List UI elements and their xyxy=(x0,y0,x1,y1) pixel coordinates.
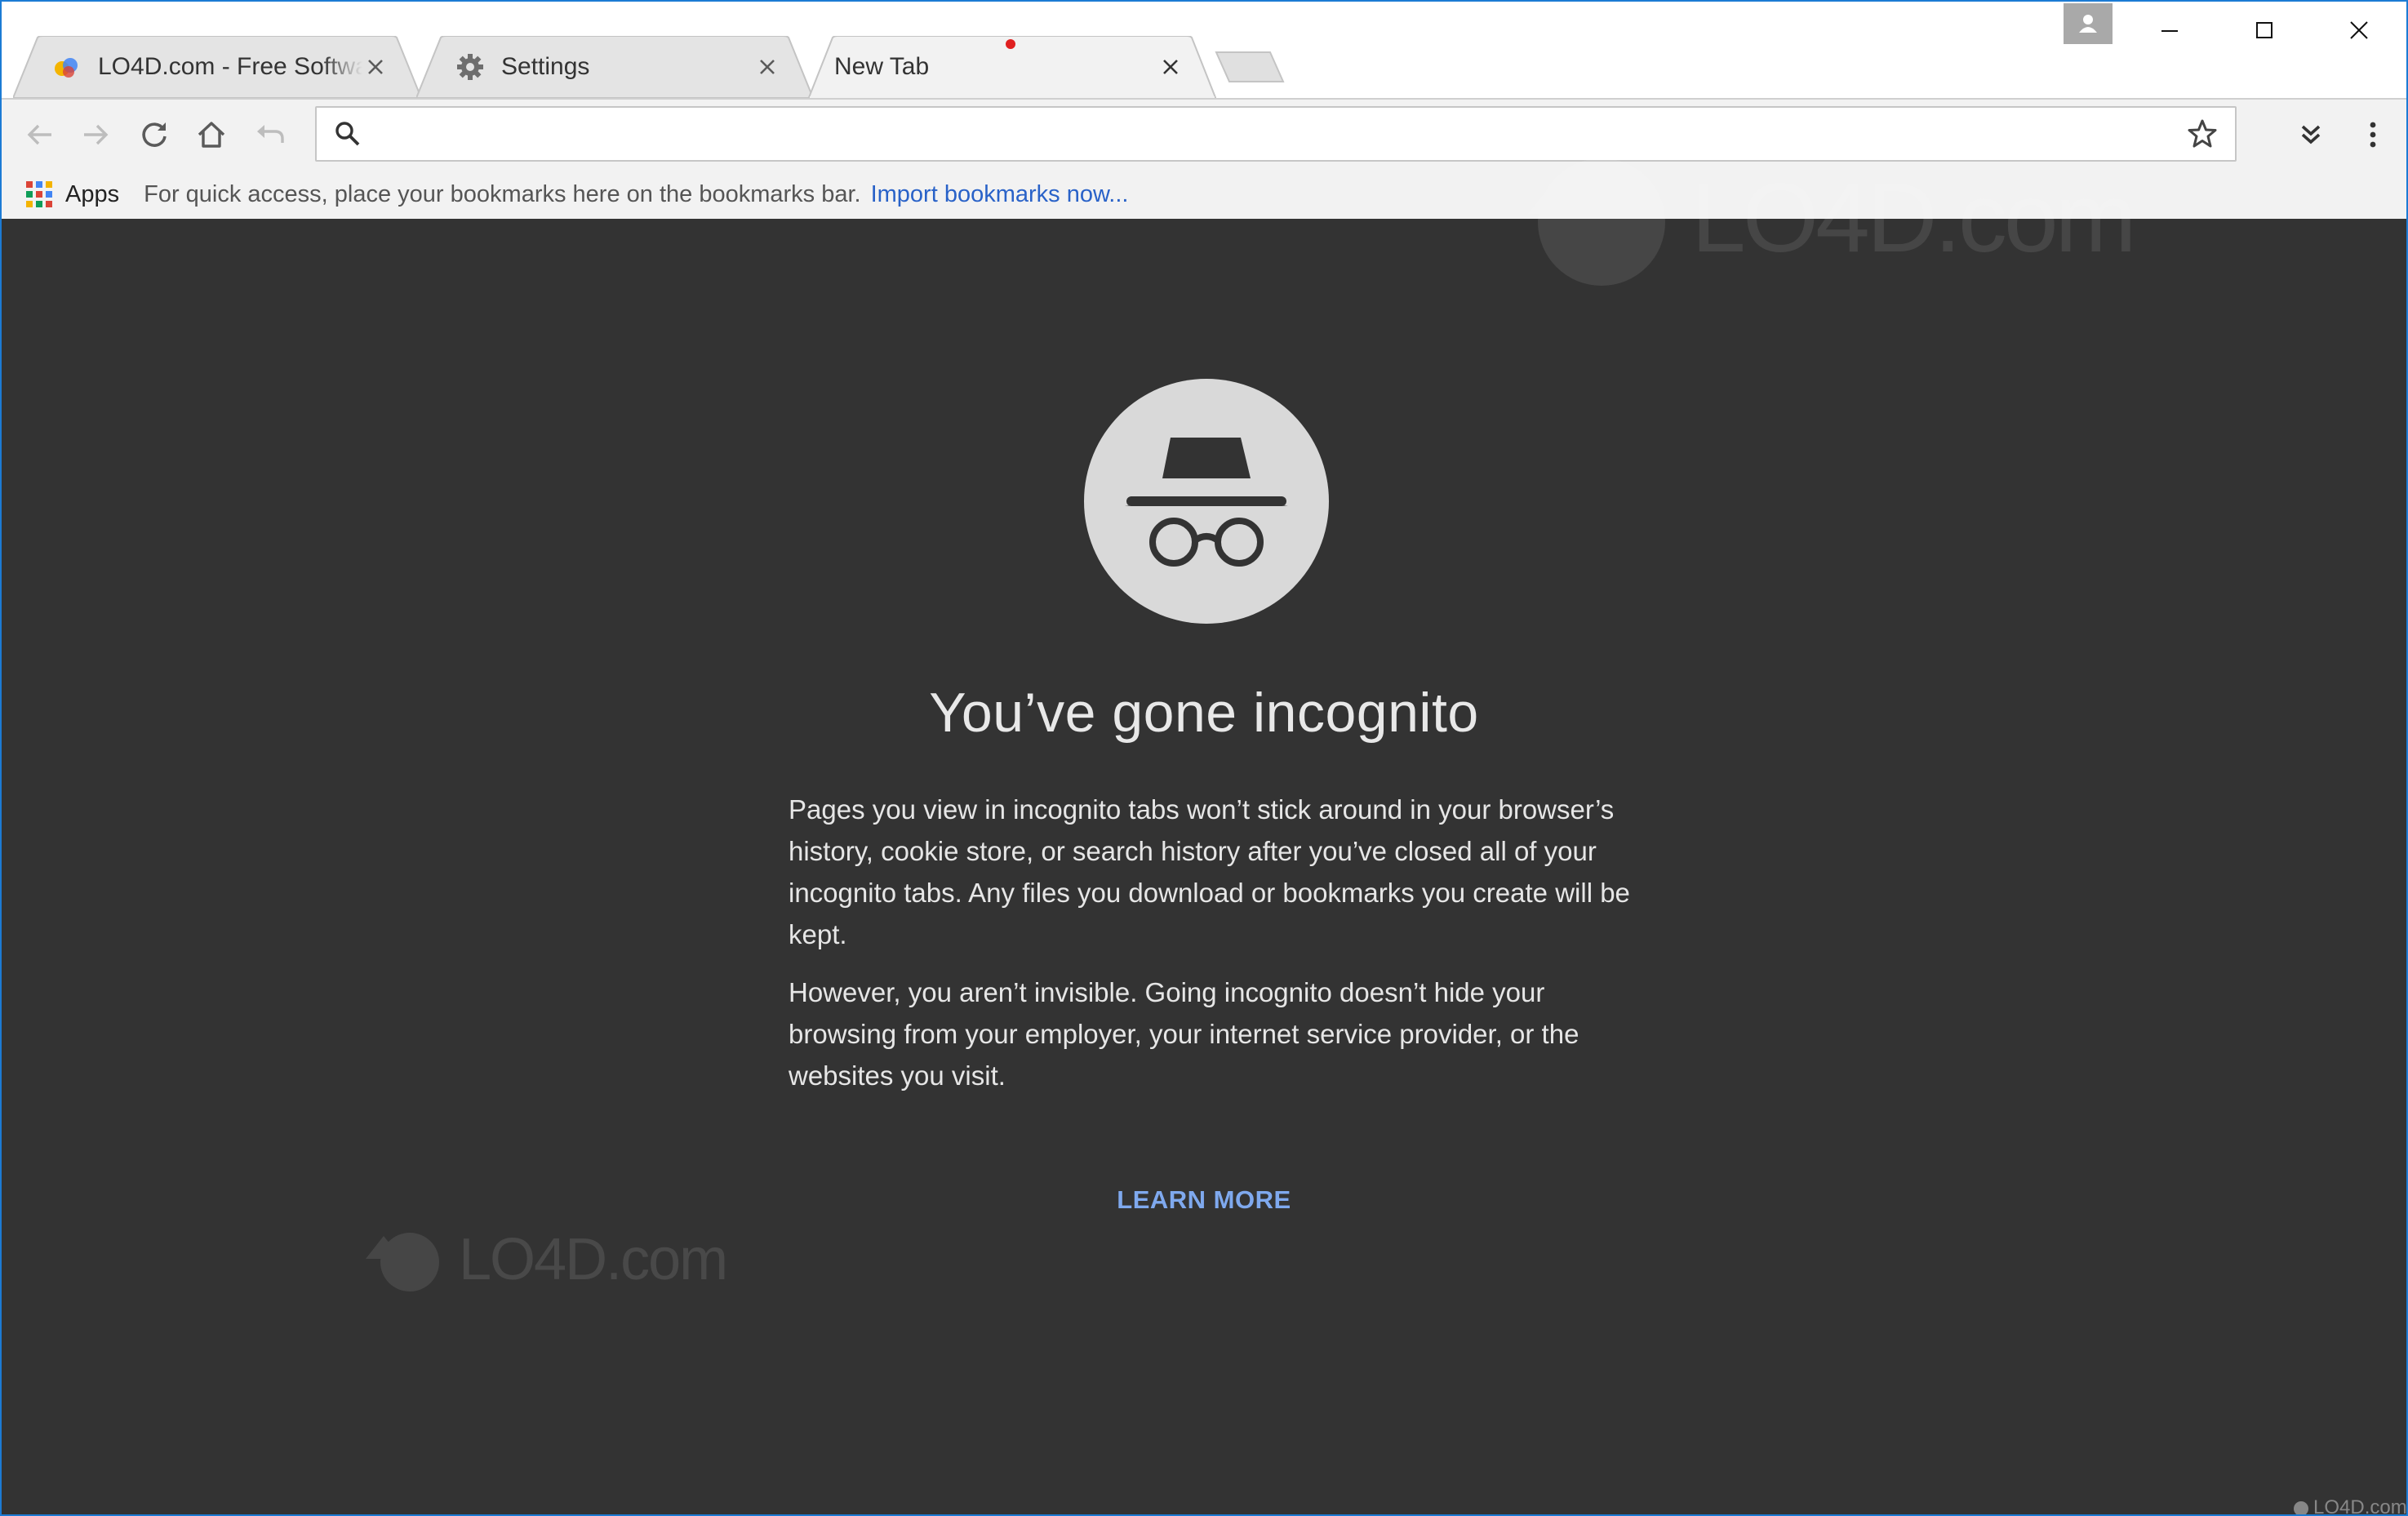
page-title: You’ve gone incognito xyxy=(929,682,1479,744)
tab-lo4d[interactable]: LO4D.com - Free Software Downloads xyxy=(13,36,421,98)
extension-button[interactable] xyxy=(2289,113,2333,157)
home-icon xyxy=(198,122,225,148)
profile-button[interactable] xyxy=(2064,3,2113,44)
arrow-left-icon xyxy=(27,124,51,145)
home-button[interactable] xyxy=(189,113,233,157)
apps-shortcut[interactable]: Apps xyxy=(24,180,119,209)
learn-more-link[interactable]: LEARN MORE xyxy=(1117,1185,1291,1214)
person-icon xyxy=(2079,15,2097,33)
watermark-text: LO4D.com xyxy=(2313,1496,2407,1516)
watermark-corner: LO4D.com xyxy=(2287,1496,2407,1516)
tab-title: New Tab xyxy=(834,53,930,80)
lo4d-favicon-icon xyxy=(55,58,78,78)
close-window-button[interactable] xyxy=(2312,3,2406,57)
tab-title: LO4D.com - Free Software Downloads xyxy=(98,53,362,80)
learn-more-container: LEARN MORE xyxy=(2,1185,2406,1215)
lo4d-watermark-icon xyxy=(366,1233,439,1291)
watermark-text: LO4D.com xyxy=(459,1227,728,1292)
search-icon xyxy=(323,109,372,158)
bookmarks-hint-text: For quick access, place your bookmarks h… xyxy=(144,180,861,207)
recording-indicator-icon xyxy=(1006,39,1015,49)
tab-close-icon[interactable] xyxy=(362,54,389,80)
incognito-warning: However, you aren’t invisible. Going inc… xyxy=(789,977,1579,1091)
incognito-page: LO4D.com You’ve gone incognito Pages you… xyxy=(2,158,2407,1516)
apps-grid-icon xyxy=(26,181,52,207)
tab-settings[interactable]: Settings xyxy=(416,36,813,98)
minimize-icon xyxy=(2161,30,2178,32)
reload-button[interactable] xyxy=(132,113,176,157)
vertical-dots-icon xyxy=(2370,122,2376,148)
undo-icon xyxy=(257,125,284,143)
new-tab-button[interactable] xyxy=(1213,49,1286,85)
tab-close-icon[interactable] xyxy=(1157,54,1184,80)
close-icon xyxy=(2350,21,2368,39)
gear-icon xyxy=(457,54,483,80)
browser-window: LO4D.com - Free Software Downloads xyxy=(0,0,2408,1516)
lo4d-watermark-icon xyxy=(1528,158,1665,286)
lo4d-watermark-icon xyxy=(2294,1500,2308,1514)
maximize-icon xyxy=(2256,22,2272,38)
import-bookmarks-link[interactable]: Import bookmarks now... xyxy=(871,181,1129,208)
maximize-button[interactable] xyxy=(2217,3,2312,57)
menu-button[interactable] xyxy=(2351,113,2395,157)
hat-and-glasses-icon xyxy=(1125,438,1288,567)
tab-close-icon[interactable] xyxy=(754,54,780,80)
watermark-text: LO4D.com xyxy=(1691,163,2137,273)
incognito-logo xyxy=(1084,379,1329,624)
tab-strip: LO4D.com - Free Software Downloads xyxy=(2,2,2406,98)
reload-icon xyxy=(142,122,167,147)
incognito-description: Pages you view in incognito tabs won’t s… xyxy=(789,794,1630,949)
tab-title: Settings xyxy=(501,53,590,80)
apps-label: Apps xyxy=(65,180,120,207)
back-button[interactable] xyxy=(18,113,62,157)
star-icon[interactable] xyxy=(2178,109,2227,158)
undo-button[interactable] xyxy=(248,113,292,157)
forward-button[interactable] xyxy=(73,113,118,157)
watermark-logo: LO4D.com xyxy=(1512,140,2137,296)
minimize-button[interactable] xyxy=(2122,3,2217,57)
watermark-logo: LO4D.com xyxy=(361,1223,728,1296)
double-chevron-down-icon xyxy=(2301,125,2321,144)
arrow-right-icon xyxy=(84,124,109,145)
